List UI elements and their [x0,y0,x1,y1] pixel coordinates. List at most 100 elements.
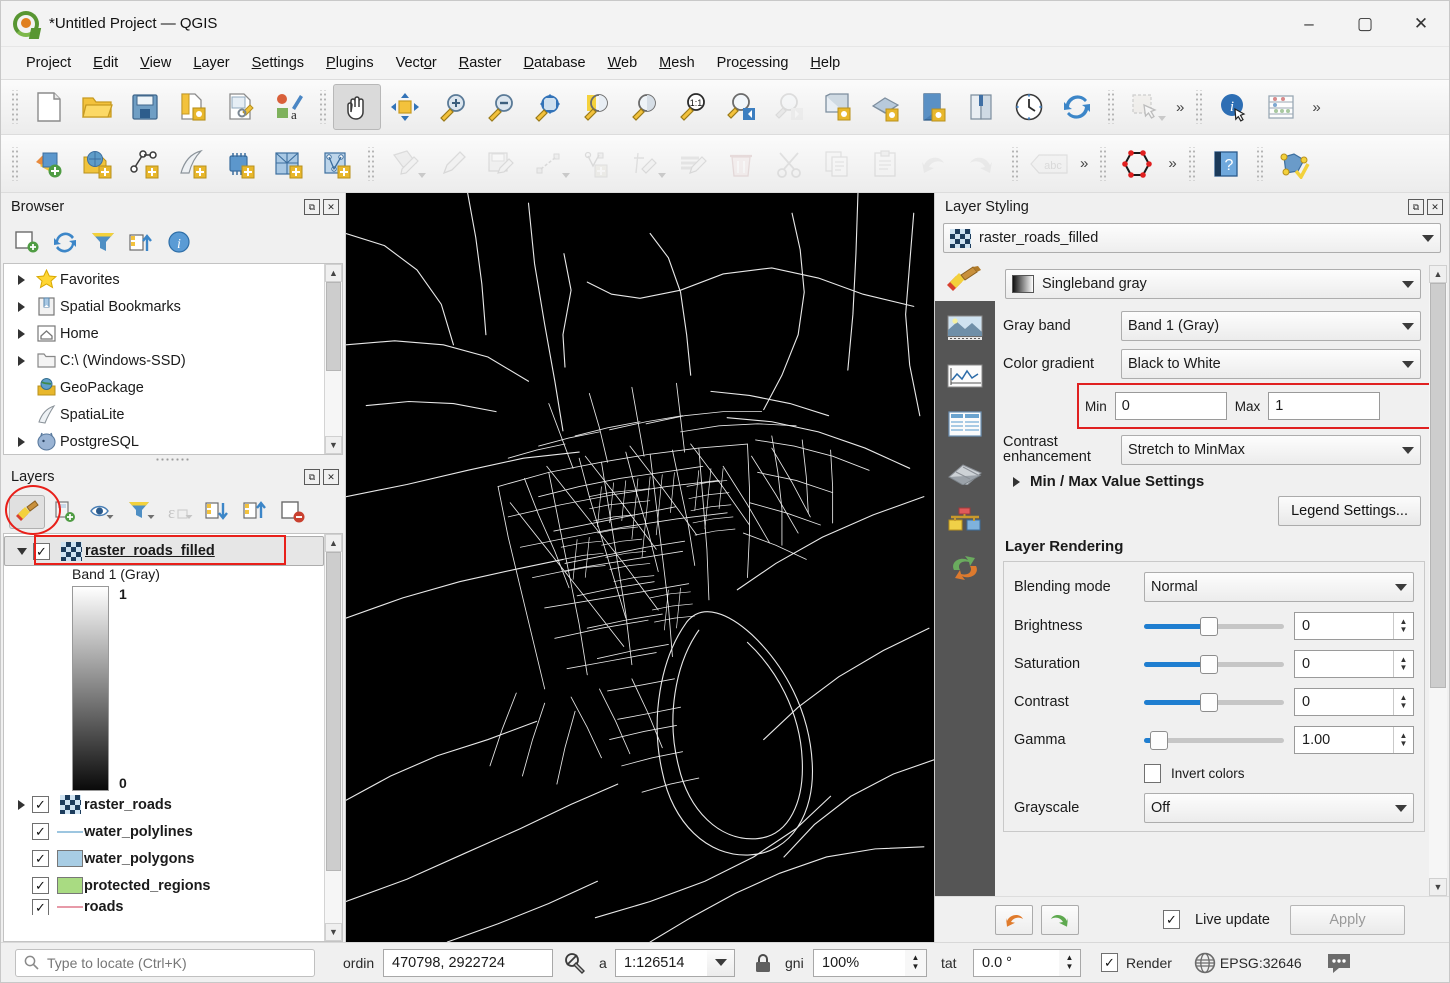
locate-search-input[interactable]: Type to locate (Ctrl+K) [15,949,315,977]
layer-row-raster-roads[interactable]: ✓ raster_roads [4,791,324,818]
toolbar-grip-3[interactable] [1106,90,1116,124]
new-project-icon[interactable] [25,84,73,130]
open-data-source-manager-icon[interactable] [25,141,73,187]
zoom-next-icon[interactable] [765,84,813,130]
save-layer-edits-icon[interactable] [477,141,525,187]
toolbar-grip-7[interactable] [1010,147,1020,181]
remove-layer-icon[interactable] [275,495,311,529]
undock-icon[interactable]: ⧉ [304,469,320,485]
zoom-last-icon[interactable] [717,84,765,130]
chevron-down-icon[interactable] [1402,323,1414,330]
spin-arrows[interactable]: ▲▼ [1059,949,1081,977]
chevron-down-icon[interactable] [1402,361,1414,368]
layer-visibility-checkbox[interactable]: ✓ [32,899,49,915]
legend-settings-button[interactable]: Legend Settings... [1278,496,1421,526]
collapse-all-icon[interactable] [123,225,159,259]
lock-scale-icon[interactable] [747,952,779,974]
expand-toggle[interactable] [10,437,32,447]
chevron-down-icon[interactable] [707,949,735,977]
browser-scrollbar[interactable]: ▲ ▼ [324,264,342,454]
browser-item-spatialite[interactable]: SpatiaLite [4,401,324,428]
spin-arrows[interactable]: ▲▼ [1393,689,1413,715]
close-button[interactable]: ✕ [1393,1,1449,46]
chevron-down-icon[interactable] [418,173,426,178]
menu-mesh[interactable]: Mesh [648,51,705,75]
scroll-up-icon[interactable]: ▲ [1429,265,1447,283]
legend-icon[interactable] [942,503,988,537]
zoom-full-icon[interactable] [525,84,573,130]
zoom-out-icon[interactable] [477,84,525,130]
zoom-in-icon[interactable] [429,84,477,130]
filter-legend-expression-icon[interactable]: ε [161,495,197,529]
pan-to-selection-icon[interactable] [381,84,429,130]
brightness-slider[interactable] [1144,616,1284,636]
menu-help[interactable]: Help [799,51,851,75]
expand-toggle-icon[interactable] [1013,477,1020,487]
magnifier-value[interactable]: 100% [813,949,905,977]
close-icon[interactable]: ✕ [323,469,339,485]
menu-plugins[interactable]: Plugins [315,51,385,75]
save-project-icon[interactable] [121,84,169,130]
layers-tree[interactable]: ✓ raster_roads_filled Band 1 (Gray) 1 0 [3,533,343,942]
toolbar-grip-10[interactable] [1255,147,1265,181]
render-checkbox[interactable]: ✓ [1101,953,1118,972]
current-edits-icon[interactable] [381,141,429,187]
chevron-down-icon[interactable] [562,173,570,178]
new-map-view-icon[interactable] [813,84,861,130]
layer-visibility-checkbox[interactable]: ✓ [32,877,49,894]
filter-browser-icon[interactable] [85,225,121,259]
chevron-down-icon[interactable] [1395,805,1407,812]
gray-band-combo[interactable]: Band 1 (Gray) [1121,311,1421,341]
delete-selected-icon[interactable] [717,141,765,187]
rendering-icon[interactable] [942,407,988,441]
refresh-icon[interactable] [47,225,83,259]
toolbar-grip-8[interactable] [1098,147,1108,181]
saturation-spinbox[interactable]: 0 ▲▼ [1294,650,1414,678]
symbology-icon[interactable] [945,259,985,301]
redo-icon[interactable] [957,141,1005,187]
annotation-text-icon[interactable]: abc [1025,141,1073,187]
max-input[interactable]: 1 [1268,392,1380,420]
maximize-button[interactable]: ▢ [1337,1,1393,46]
multi-edit-icon[interactable] [669,141,717,187]
messages-icon[interactable] [1326,951,1352,975]
history-icon[interactable] [942,551,988,585]
panel-splitter[interactable] [1,455,345,463]
toolbar-grip[interactable] [10,90,20,124]
scale-value[interactable]: 1:126514 [615,949,707,977]
scroll-down-icon[interactable]: ▼ [325,436,342,454]
scroll-down-icon[interactable]: ▼ [1429,878,1447,896]
zoom-to-layer-icon[interactable] [621,84,669,130]
renderer-combo[interactable]: Singleband gray [1005,269,1421,299]
gamma-slider[interactable] [1144,730,1284,750]
browser-item-favorites[interactable]: Favorites [4,266,324,293]
layer-visibility-checkbox[interactable]: ✓ [33,543,50,560]
crs-selector[interactable]: EPSG:32646 [1194,952,1302,974]
project-properties-icon[interactable] [217,84,265,130]
close-icon[interactable]: ✕ [1427,199,1443,215]
toolbar-grip-5[interactable] [10,147,20,181]
new-print-layout-icon[interactable] [909,84,957,130]
chevron-down-icon[interactable] [658,173,666,178]
coordinate-input[interactable]: 470798, 2922724 [383,949,553,977]
undo-icon[interactable] [995,905,1033,935]
toolbar-overflow-1[interactable]: » [1169,99,1189,116]
properties-icon[interactable]: i [161,225,197,259]
pan-map-icon[interactable] [333,84,381,130]
toolbar-overflow-3[interactable]: » [1073,155,1093,172]
live-update-control[interactable]: ✓ Live update [1163,910,1270,929]
menu-edit[interactable]: Edit [82,51,129,75]
add-spatialite-layer-icon[interactable] [313,141,361,187]
add-vector-layer-icon[interactable] [73,141,121,187]
chevron-down-icon[interactable] [1395,584,1407,591]
spin-arrows[interactable]: ▲▼ [1393,727,1413,753]
add-raster-layer-icon[interactable] [121,141,169,187]
chevron-down-icon[interactable] [1422,235,1434,242]
transparency-icon[interactable] [942,311,988,345]
grayscale-combo[interactable]: Off [1144,793,1414,823]
layer-row-water-polygons[interactable]: ✓ water_polygons [4,845,324,872]
scroll-track[interactable] [1429,283,1447,878]
close-icon[interactable]: ✕ [323,199,339,215]
undock-icon[interactable]: ⧉ [304,199,320,215]
styling-scrollbar[interactable]: ▲ ▼ [1429,265,1447,896]
